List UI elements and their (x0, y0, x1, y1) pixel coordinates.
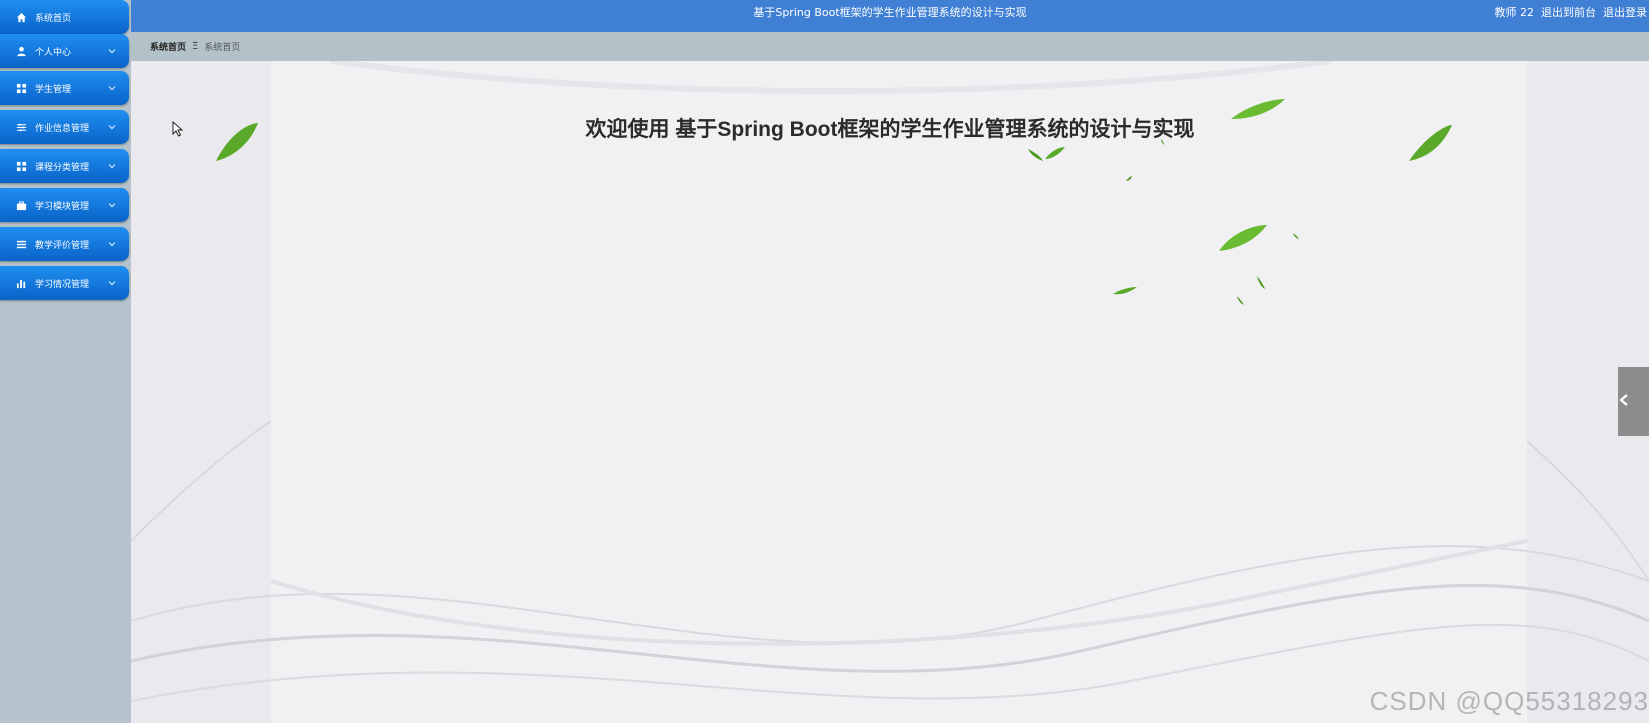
mouse-cursor-icon (172, 121, 184, 137)
chevron-down-icon (107, 48, 117, 54)
sidebar-item-learning-status[interactable]: 学习情况管理 (0, 266, 129, 300)
chevron-down-icon (107, 202, 117, 208)
breadcrumb-current: 系统首页 (204, 43, 241, 53)
chevron-down-icon (107, 280, 117, 286)
chevron-left-icon (1618, 392, 1630, 411)
sidebar-item-student-management[interactable]: 学生管理 (0, 71, 129, 105)
chevron-down-icon (107, 124, 117, 130)
welcome-heading: 欢迎使用 基于Spring Boot框架的学生作业管理系统的设计与实现 (585, 118, 1195, 141)
breadcrumb-root[interactable]: 系统首页 (150, 40, 186, 53)
sidebar-item-homework-management[interactable]: 作业信息管理 (0, 110, 129, 144)
chevron-down-icon (107, 163, 117, 169)
watermark: CSDN @QQ55318293 (1369, 686, 1649, 716)
sliders-icon (14, 120, 28, 134)
grid-icon (14, 159, 28, 173)
home-icon (14, 10, 28, 24)
sidebar-item-label: 学习模块管理 (35, 201, 90, 212)
header-user-actions: 教师 22 退出到前台 退出登录 (1495, 0, 1649, 26)
sidebar-item-study-module[interactable]: 学习模块管理 (0, 188, 129, 222)
briefcase-icon (14, 198, 28, 212)
sidebar-item-personal-center[interactable]: 个人中心 (0, 34, 129, 68)
sidebar-item-label: 学习情况管理 (35, 279, 90, 290)
back-to-front-link[interactable]: 退出到前台 (1541, 0, 1596, 26)
side-panel-toggle[interactable] (1618, 367, 1649, 436)
chevron-down-icon (107, 85, 117, 91)
breadcrumb: 系统首页 Ξ 系统首页 (131, 32, 1649, 61)
top-header: 基于Spring Boot框架的学生作业管理系统的设计与实现 教师 22 退出到… (131, 0, 1649, 32)
sidebar-item-label: 系统首页 (35, 13, 72, 24)
main-content: 欢迎使用 基于Spring Boot框架的学生作业管理系统的设计与实现 (131, 61, 1649, 723)
user-icon (14, 44, 28, 58)
app-title: 基于Spring Boot框架的学生作业管理系统的设计与实现 (753, 6, 1027, 19)
sidebar-item-label: 学生管理 (35, 84, 72, 95)
sidebar-item-label: 个人中心 (35, 47, 72, 58)
list-icon (14, 237, 28, 251)
sidebar-item-course-category[interactable]: 课程分类管理 (0, 149, 129, 183)
sidebar-item-label: 教学评价管理 (35, 240, 90, 251)
sidebar-item-label: 课程分类管理 (35, 162, 90, 173)
sidebar-item-label: 作业信息管理 (35, 123, 90, 134)
sidebar-item-home[interactable]: 系统首页 (0, 0, 129, 34)
user-role-label: 教师 22 (1494, 6, 1535, 19)
bar-chart-icon (14, 276, 28, 290)
sidebar-item-teaching-evaluation[interactable]: 教学评价管理 (0, 227, 129, 261)
chevron-down-icon (107, 241, 117, 247)
grid-icon (14, 81, 28, 95)
leaf-decoration (216, 99, 1452, 305)
logout-link[interactable]: 退出登录 (1603, 0, 1647, 26)
sidebar: 系统首页 个人中心 学生管理 作业信息管理 课程分类管理 学习模块管理 教学评价… (0, 0, 131, 723)
breadcrumb-separator: Ξ (192, 41, 199, 52)
